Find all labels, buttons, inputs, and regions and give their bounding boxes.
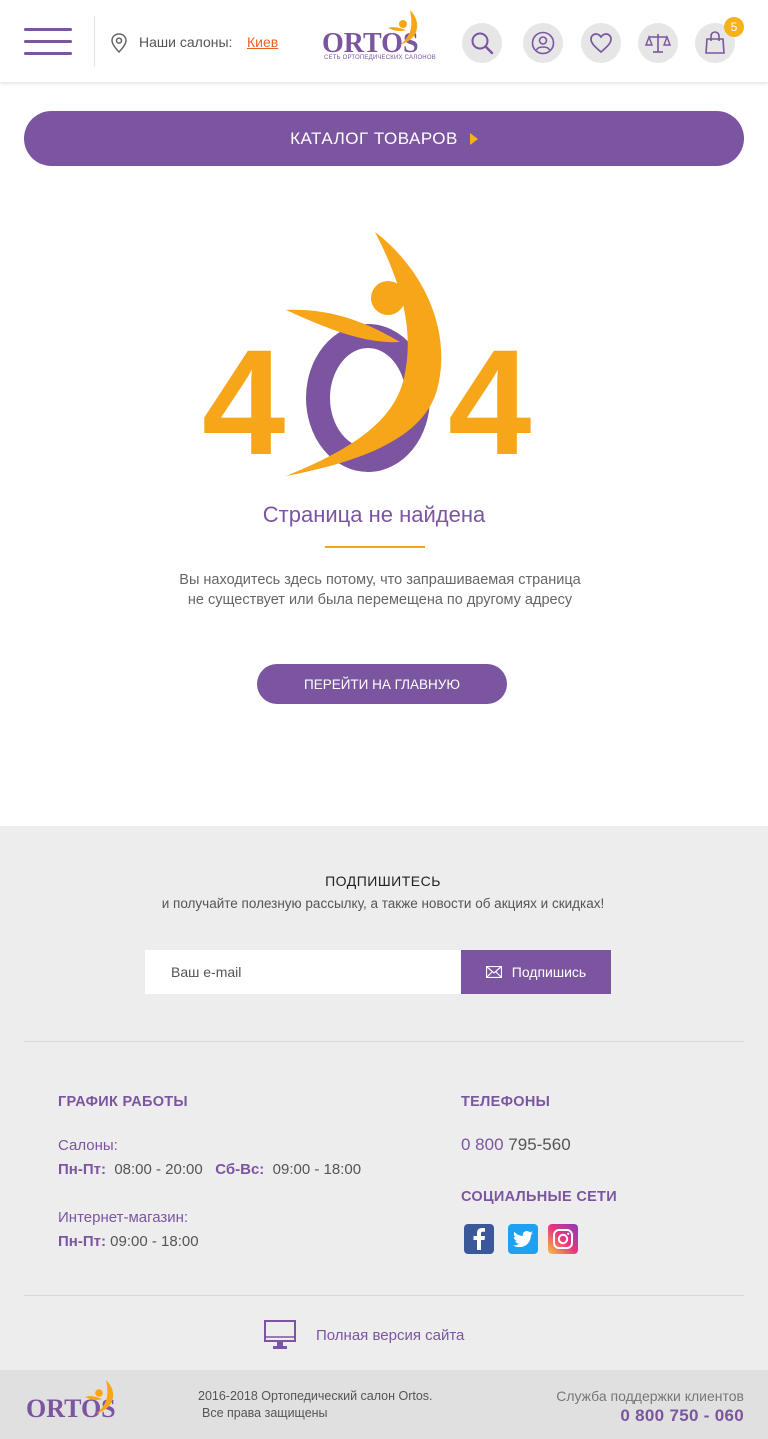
subscribe-button[interactable]: Подпишись [461,950,611,994]
salons-hours: Пн-Пт: 08:00 - 20:00 Сб-Вс: 09:00 - 18:0… [58,1161,361,1178]
copyright-line-1: 2016-2018 Ортопедический салон Ortos. [198,1389,433,1403]
logo-figure-icon [388,10,418,45]
description-line-1: Вы находитесь здесь потому, что запрашив… [179,572,581,588]
user-icon [531,31,555,55]
description-line-2: не существует или была перемещена по дру… [187,592,573,608]
compare-button[interactable] [638,23,678,63]
phone-digits: 795-560 [508,1135,571,1154]
shop-days-label: Пн-Пт: [58,1233,106,1250]
error-404-illustration: 4 4 [202,232,531,482]
weekdays-hours: 08:00 - 20:00 [114,1161,203,1178]
arrow-right-icon [469,132,478,145]
footer-divider-2 [24,1295,744,1296]
footer: ПОДПИШИТЕСЬ и получайте полезную рассылк… [0,826,768,1370]
account-button[interactable] [523,23,563,63]
subscribe-description: и получайте полезную рассылку, а также н… [161,896,605,911]
full-version-link[interactable]: Полная версия сайта [264,1320,464,1350]
shop-hours: 09:00 - 18:00 [110,1233,199,1250]
not-found-description: Вы находитесь здесь потому, что запрашив… [0,570,760,610]
heart-icon [590,33,612,54]
instagram-icon [553,1229,573,1249]
footer-logo[interactable]: ORTOS [26,1378,126,1430]
header: Наши салоны: Киев ORTOS СЕТЬ ОРТОПЕДИЧЕС… [0,0,768,82]
full-version-label: Полная версия сайта [316,1326,465,1344]
salons-schedule-label: Салоны: [58,1137,118,1154]
go-home-button[interactable]: ПЕРЕЙТИ НА ГЛАВНУЮ [257,664,507,704]
instagram-link[interactable] [548,1224,578,1254]
social-heading: СОЦИАЛЬНЫЕ СЕТИ [461,1189,617,1205]
search-button[interactable] [462,23,502,63]
copyright-line-2: Все права защищены [202,1406,328,1420]
cart-count-badge: 5 [724,17,744,37]
weekend-label: Сб-Вс: [215,1161,265,1178]
support-phone-link[interactable]: 0 800 750 - 060 [620,1406,744,1426]
catalog-label: КАТАЛОГ ТОВАРОВ [290,128,458,148]
phone-prefix: 0 800 [461,1135,504,1154]
logo-subtitle: СЕТЬ ОРТОПЕДИЧЕСКИХ САЛОНОВ [324,55,436,61]
wishlist-button[interactable] [581,23,621,63]
search-icon [471,32,494,55]
error-code-left-digit: 4 [202,318,285,482]
online-shop-hours: Пн-Пт: 09:00 - 18:00 [58,1233,199,1250]
subscribe-title: ПОДПИШИТЕСЬ [325,873,441,889]
shopping-bag-icon [705,31,725,54]
bottom-bar: ORTOS 2016-2018 Ортопедический салон Ort… [0,1370,768,1439]
weekend-hours: 09:00 - 18:00 [272,1161,362,1178]
twitter-link[interactable] [508,1224,538,1254]
ortos-logo[interactable]: ORTOS СЕТЬ ОРТОПЕДИЧЕСКИХ САЛОНОВ [322,8,436,66]
facebook-icon [473,1228,485,1250]
weekdays-label: Пн-Пт: [58,1161,106,1178]
phone-number-link[interactable]: 0 800 795-560 [461,1135,571,1155]
subscribe-button-label: Подпишись [511,964,587,980]
menu-burger-button[interactable] [24,28,72,56]
online-shop-label: Интернет-магазин: [58,1209,189,1226]
city-selector-link[interactable]: Киев [247,34,278,50]
page: Наши салоны: Киев ORTOS СЕТЬ ОРТОПЕДИЧЕС… [0,0,768,1439]
phones-heading: ТЕЛЕФОНЫ [461,1094,551,1110]
catalog-button[interactable]: КАТАЛОГ ТОВАРОВ [24,111,744,166]
scales-icon [645,34,671,53]
desktop-monitor-icon [264,1320,296,1349]
not-found-title: Страница не найдена [262,502,486,527]
header-divider [94,16,95,66]
title-underline [325,546,425,548]
salons-label: Наши салоны: [139,34,233,50]
twitter-icon [513,1231,533,1247]
location-pin-icon [111,33,127,53]
envelope-icon [485,966,502,978]
copyright: 2016-2018 Ортопедический салон Ortos. Вс… [198,1388,433,1422]
schedule-heading: ГРАФИК РАБОТЫ [58,1094,188,1110]
footer-divider [24,1041,744,1042]
footer-logo-figure-icon [85,1380,114,1414]
error-code-right-digit: 4 [448,318,531,482]
facebook-link[interactable] [464,1224,494,1254]
email-input[interactable] [145,950,461,994]
support-label: Служба поддержки клиентов [556,1388,744,1404]
